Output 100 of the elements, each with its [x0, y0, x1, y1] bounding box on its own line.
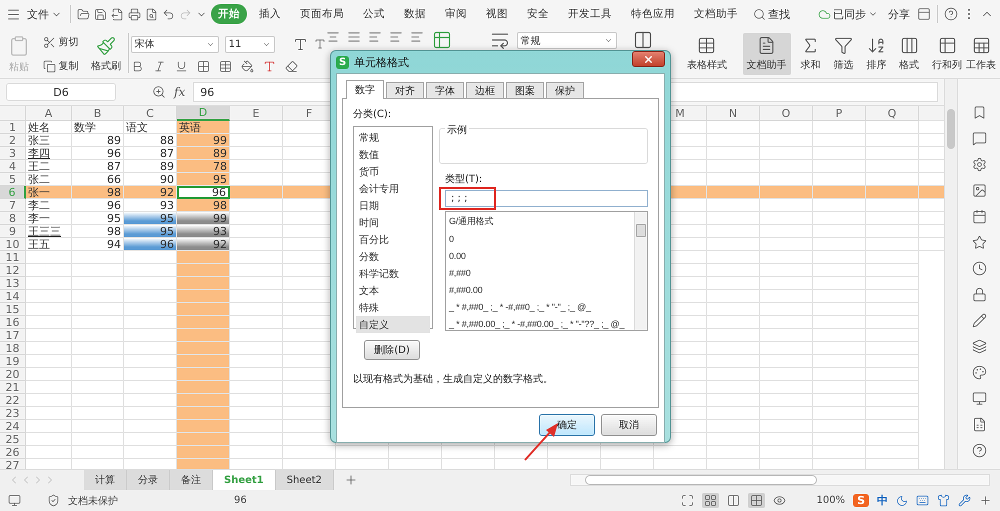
- normal-view-icon[interactable]: [704, 494, 718, 507]
- format-item[interactable]: G/通用格式: [449, 213, 631, 230]
- help-icon[interactable]: [972, 443, 986, 458]
- shirt-icon[interactable]: [937, 494, 950, 507]
- sheet-tab[interactable]: Sheet2: [276, 470, 334, 490]
- align-middle-icon[interactable]: [346, 30, 361, 44]
- layout-icon[interactable]: [750, 494, 764, 507]
- dialog-tab[interactable]: 保护: [546, 82, 584, 98]
- category-item[interactable]: 百分比: [356, 231, 430, 248]
- ribbon-tab[interactable]: 审阅: [438, 4, 474, 24]
- column-header[interactable]: P: [813, 106, 866, 121]
- format-item[interactable]: #,##0.00: [449, 281, 631, 298]
- row-header[interactable]: 10: [0, 238, 26, 251]
- category-item[interactable]: 自定义: [356, 316, 430, 333]
- row-header[interactable]: 19: [0, 355, 26, 368]
- row-header[interactable]: 26: [0, 446, 26, 459]
- underline-icon[interactable]: [174, 60, 188, 72]
- dialog-tab[interactable]: 图案: [506, 82, 544, 98]
- ribbon-tool[interactable]: 文档助手: [742, 33, 791, 75]
- fill-color-icon[interactable]: [240, 60, 254, 72]
- row-header[interactable]: 8: [0, 212, 26, 225]
- category-item[interactable]: 常规: [356, 129, 430, 146]
- horizontal-scrollbar[interactable]: [570, 474, 990, 486]
- ribbon-tab[interactable]: 文档助手: [687, 4, 745, 24]
- row-header[interactable]: 14: [0, 290, 26, 303]
- category-item[interactable]: 会计专用: [356, 180, 430, 197]
- page-break-icon[interactable]: [727, 494, 740, 507]
- category-item[interactable]: 特殊: [356, 299, 430, 316]
- column-header[interactable]: N: [707, 106, 760, 121]
- cut-button[interactable]: 剪切: [42, 35, 79, 49]
- column-header[interactable]: E: [230, 106, 283, 121]
- ok-button[interactable]: 确定: [539, 414, 595, 436]
- row-header[interactable]: 15: [0, 303, 26, 316]
- ribbon-tab[interactable]: 插入: [252, 4, 288, 24]
- ribbon-tool[interactable]: 表格样式: [682, 33, 731, 75]
- format-item[interactable]: 0.00: [449, 247, 631, 264]
- print-preview-icon[interactable]: [145, 8, 158, 20]
- monitor-icon[interactable]: [972, 391, 986, 406]
- ribbon-tab[interactable]: 视图: [479, 4, 515, 24]
- name-box[interactable]: D6: [6, 83, 116, 101]
- list-scrollbar[interactable]: [634, 212, 647, 330]
- column-header[interactable]: A: [26, 106, 72, 121]
- undo-icon[interactable]: [162, 8, 175, 20]
- sheet-tab[interactable]: 备注: [170, 470, 213, 490]
- column-header[interactable]: O: [760, 106, 813, 121]
- help-icon[interactable]: [944, 7, 958, 21]
- printer-icon[interactable]: [128, 8, 141, 20]
- palette-icon[interactable]: [972, 365, 986, 380]
- format-item[interactable]: _ * #,##0_ ;_ * -#,##0_ ;_ * "-"_ ;_ @_: [449, 298, 631, 315]
- border-icon[interactable]: [196, 60, 210, 72]
- sync-button[interactable]: 已同步: [815, 6, 881, 22]
- ribbon-tab[interactable]: 开发工具: [561, 4, 619, 24]
- search-button[interactable]: 查找: [750, 6, 793, 22]
- row-header[interactable]: 3: [0, 147, 26, 160]
- zoom-icon[interactable]: [152, 85, 166, 99]
- file-menu[interactable]: 文件: [25, 6, 64, 22]
- image-icon[interactable]: [972, 183, 986, 198]
- calendar-icon[interactable]: [972, 209, 986, 224]
- ime-mode[interactable]: 中: [877, 493, 888, 508]
- delete-button[interactable]: 删除(D): [364, 340, 420, 360]
- save-icon[interactable]: [94, 8, 107, 20]
- ribbon-tab[interactable]: 页面布局: [293, 4, 351, 24]
- grow-font-icon[interactable]: [292, 36, 308, 52]
- fullscreen-icon[interactable]: [681, 494, 694, 507]
- copy-button[interactable]: 复制: [42, 59, 79, 73]
- sheet-tab[interactable]: 计算: [84, 470, 127, 490]
- ribbon-tool[interactable]: 求和: [796, 33, 825, 75]
- lock-icon[interactable]: [972, 287, 986, 302]
- spreadsheet-icon[interactable]: [972, 417, 986, 432]
- row-header[interactable]: 27: [0, 459, 26, 469]
- row-header[interactable]: 23: [0, 407, 26, 420]
- row-header[interactable]: 9: [0, 225, 26, 238]
- dialog-tab[interactable]: 数字: [346, 80, 384, 99]
- zoom-level[interactable]: 100%: [816, 495, 846, 506]
- close-button[interactable]: [632, 51, 665, 67]
- category-item[interactable]: 日期: [356, 197, 430, 214]
- menu-icon[interactable]: [6, 6, 21, 22]
- ribbon-tab[interactable]: 公式: [356, 4, 392, 24]
- ribbon-tab[interactable]: 安全: [520, 4, 556, 24]
- row-header[interactable]: 13: [0, 277, 26, 290]
- dialog-tab[interactable]: 边框: [466, 82, 504, 98]
- category-item[interactable]: 货币: [356, 163, 430, 180]
- eraser-icon[interactable]: [284, 60, 298, 72]
- row-header[interactable]: 22: [0, 394, 26, 407]
- merge-icon[interactable]: [432, 30, 452, 50]
- row-header[interactable]: 11: [0, 251, 26, 264]
- moon-icon[interactable]: [896, 494, 908, 506]
- wrench-icon[interactable]: [958, 494, 971, 507]
- row-header[interactable]: 7: [0, 199, 26, 212]
- cancel-button[interactable]: 取消: [601, 414, 657, 436]
- window-icon[interactable]: [917, 7, 931, 21]
- sheet-tab[interactable]: 分录: [127, 470, 170, 490]
- row-header[interactable]: 5: [0, 173, 26, 186]
- number-format-select[interactable]: 常规: [516, 32, 617, 49]
- comment-icon[interactable]: [972, 131, 986, 146]
- column-header[interactable]: Q: [866, 106, 919, 121]
- row-header[interactable]: 21: [0, 381, 26, 394]
- column-header[interactable]: B: [72, 106, 124, 121]
- format-item[interactable]: _ * #,##0.00_ ;_ * -#,##0.00_ ;_ * "-"??_ ;_ @_: [449, 315, 631, 330]
- star-icon[interactable]: [972, 235, 986, 250]
